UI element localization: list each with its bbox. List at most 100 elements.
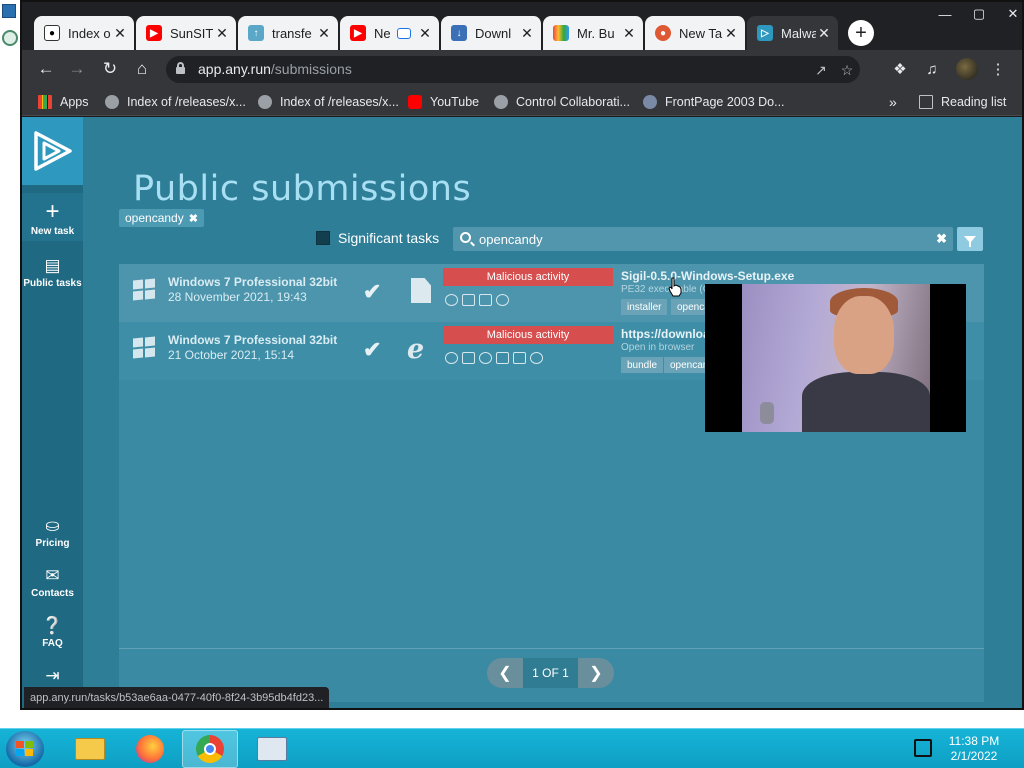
reload-icon[interactable]: ↻ xyxy=(99,58,121,80)
sidebar-item-label: FAQ xyxy=(42,638,63,649)
minimize-button[interactable]: — xyxy=(928,4,962,24)
desktop-shortcut-icon[interactable] xyxy=(2,30,18,46)
tab-title: Index o xyxy=(68,25,111,41)
taskbar-control-panel[interactable] xyxy=(244,730,300,768)
sidebar-item-contacts[interactable]: ✉ Contacts xyxy=(22,567,83,600)
tab-2[interactable]: ↑ transfe ✕ xyxy=(238,16,339,50)
close-tab-icon[interactable]: ✕ xyxy=(519,25,535,42)
picture-in-picture-video[interactable] xyxy=(705,284,966,432)
close-tab-icon[interactable]: ✕ xyxy=(417,25,433,42)
bookmark-youtube[interactable]: YouTube xyxy=(408,94,479,110)
network-tray-icon[interactable] xyxy=(914,739,932,757)
significant-tasks-checkbox[interactable] xyxy=(316,231,330,245)
taskbar-file-explorer[interactable] xyxy=(62,730,118,768)
tab-5[interactable]: Mr. Bu ✕ xyxy=(543,16,644,50)
task-name[interactable]: https://download xyxy=(621,327,717,341)
filter-icon xyxy=(964,235,976,247)
close-tab-icon[interactable]: ✕ xyxy=(816,25,832,42)
filter-button[interactable] xyxy=(957,227,983,251)
taskbar-chrome[interactable] xyxy=(182,730,238,768)
share-icon[interactable]: ↗ xyxy=(812,61,830,79)
extensions-icon[interactable]: ❖ xyxy=(890,59,910,79)
tab-1[interactable]: ▶ SunSIT ✕ xyxy=(136,16,237,50)
bookmark-apps[interactable]: Apps xyxy=(38,94,89,110)
taskbar-clock[interactable]: 11:38 PM 2/1/2022 xyxy=(944,734,1004,764)
url-host: app.any.run xyxy=(198,61,271,77)
lock-icon[interactable] xyxy=(176,62,185,74)
sidebar-item-pricing[interactable]: ⛀ Pricing xyxy=(22,517,83,550)
task-tag[interactable]: installer xyxy=(621,299,668,315)
task-date: 28 November 2021, 19:43 xyxy=(168,290,307,304)
close-tab-icon[interactable]: ✕ xyxy=(112,25,128,42)
url-path: /submissions xyxy=(270,61,352,77)
microphone-icon xyxy=(760,402,774,424)
apps-grid-icon xyxy=(38,95,52,109)
os-name: Windows 7 Professional 32bit xyxy=(168,275,338,289)
desktop-shortcut-icon[interactable] xyxy=(2,4,16,18)
close-tab-icon[interactable]: ✕ xyxy=(621,25,637,42)
search-value: opencandy xyxy=(479,232,543,247)
tab-4[interactable]: ↓ Downl ✕ xyxy=(441,16,542,50)
bookmark-label: Index of /releases/x... xyxy=(280,95,399,109)
chrome-icon xyxy=(196,735,224,763)
clear-search-icon[interactable]: ✖ xyxy=(936,231,947,247)
bookmark-frontpage[interactable]: FrontPage 2003 Do... xyxy=(643,94,785,110)
anyrun-logo-icon xyxy=(33,131,72,171)
windows-flag-icon xyxy=(16,741,34,757)
sidebar-item-new-task[interactable]: + New task xyxy=(22,200,83,238)
active-tag-filter[interactable]: opencandy ✖ xyxy=(119,209,204,227)
bookmark-index-2[interactable]: Index of /releases/x... xyxy=(258,94,399,110)
duckduckgo-icon: ● xyxy=(655,25,671,41)
forward-icon[interactable]: → xyxy=(66,58,88,80)
file-icon xyxy=(411,278,431,303)
sidebar-item-faq[interactable]: ❔ FAQ xyxy=(22,617,83,650)
anyrun-logo[interactable] xyxy=(22,117,83,185)
picture-in-picture-icon xyxy=(397,27,411,39)
tab-6[interactable]: ● New Ta ✕ xyxy=(645,16,746,50)
home-icon[interactable]: ⌂ xyxy=(131,58,153,80)
control-panel-icon xyxy=(257,737,287,761)
tab-0[interactable]: ● Index o ✕ xyxy=(34,16,135,50)
tab-3[interactable]: ▶ Ne ✕ xyxy=(340,16,440,50)
new-tab-button[interactable]: + xyxy=(848,20,874,46)
back-icon[interactable]: ← xyxy=(35,58,57,80)
close-tab-icon[interactable]: ✕ xyxy=(214,25,230,42)
profile-avatar[interactable] xyxy=(956,58,978,80)
star-icon[interactable]: ☆ xyxy=(838,61,856,79)
page-indicator: 1 OF 1 xyxy=(523,658,578,688)
task-tag[interactable]: bundle xyxy=(621,357,664,373)
address-bar[interactable]: app.any.run/submissions ↗ ☆ xyxy=(166,56,860,83)
remove-tag-icon[interactable]: ✖ xyxy=(189,212,198,225)
close-window-button[interactable]: ✕ xyxy=(996,4,1024,24)
network-icon xyxy=(445,294,458,306)
reading-list-icon xyxy=(919,95,933,109)
sidebar-item-public-tasks[interactable]: ▤ Public tasks xyxy=(22,257,83,290)
github-icon: ● xyxy=(44,25,60,41)
pagination: ❮ 1 OF 1 ❯ xyxy=(487,658,614,688)
close-tab-icon[interactable]: ✕ xyxy=(316,25,332,42)
clock-time: 11:38 PM xyxy=(948,734,1000,748)
menu-kebab-icon[interactable]: ⋮ xyxy=(988,59,1008,79)
previous-page-icon[interactable]: ❮ xyxy=(487,658,523,688)
browser-toolbar: ← → ↻ ⌂ app.any.run/submissions ↗ ☆ ❖ ♫ … xyxy=(22,50,1022,88)
sidebar-item-login[interactable]: ⇥ xyxy=(22,667,83,688)
media-control-icon[interactable]: ♫ xyxy=(922,59,942,79)
reading-list-button[interactable]: Reading list xyxy=(919,94,1006,110)
bookmark-index-1[interactable]: Index of /releases/x... xyxy=(105,94,246,110)
youtube-icon xyxy=(408,95,422,109)
start-button[interactable] xyxy=(6,731,44,767)
taskbar-firefox[interactable] xyxy=(122,730,178,768)
close-tab-icon[interactable]: ✕ xyxy=(723,25,739,42)
url-text[interactable]: app.any.run/submissions xyxy=(198,61,352,77)
search-input[interactable]: opencandy ✖ xyxy=(453,227,953,251)
bookmark-control-collab[interactable]: Control Collaborati... xyxy=(494,94,630,110)
globe-icon xyxy=(258,95,272,109)
maximize-button[interactable]: ▢ xyxy=(962,4,996,24)
tab-7-active[interactable]: ▷ Malwa ✕ xyxy=(747,16,839,50)
significant-tasks-label[interactable]: Significant tasks xyxy=(338,230,439,246)
anyrun-icon: ▷ xyxy=(757,25,773,41)
next-page-icon[interactable]: ❯ xyxy=(578,658,614,688)
task-name[interactable]: Sigil-0.5.0-Windows-Setup.exe xyxy=(621,269,794,283)
bookmarks-overflow-button[interactable]: » xyxy=(889,94,897,110)
sidebar-item-label: Contacts xyxy=(31,588,74,599)
